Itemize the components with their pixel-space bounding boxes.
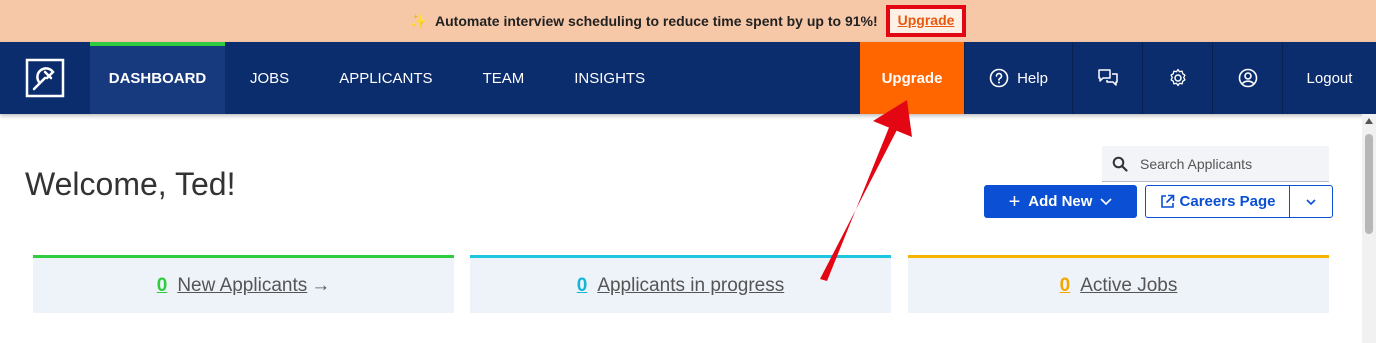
banner-upgrade-highlight: Upgrade: [885, 5, 967, 37]
scroll-up-arrow-icon[interactable]: [1365, 118, 1373, 124]
nav-insights[interactable]: INSIGHTS: [549, 42, 670, 114]
active-jobs-count[interactable]: 0: [1060, 275, 1071, 297]
add-new-label: Add New: [1028, 193, 1093, 210]
careers-page-label: Careers Page: [1179, 193, 1276, 210]
plus-icon: +: [1008, 190, 1021, 213]
nav-messages-button[interactable]: [1072, 42, 1142, 114]
nav-jobs[interactable]: JOBS: [225, 42, 314, 114]
nav-dashboard[interactable]: DASHBOARD: [90, 42, 225, 114]
gear-icon: [1169, 68, 1186, 87]
chevron-down-icon: [1306, 198, 1316, 205]
search-icon: [1112, 156, 1128, 172]
app-logo[interactable]: [0, 42, 90, 114]
external-link-icon: [1160, 194, 1174, 208]
page-scrollbar[interactable]: [1362, 114, 1376, 343]
active-jobs-card[interactable]: 0 Active Jobs: [908, 255, 1329, 313]
banner-text: Automate interview scheduling to reduce …: [435, 13, 878, 29]
nav-applicants[interactable]: APPLICANTS: [314, 42, 457, 114]
nav-settings-button[interactable]: [1142, 42, 1212, 114]
search-input[interactable]: [1140, 155, 1310, 172]
nav-profile-button[interactable]: [1212, 42, 1282, 114]
chevron-down-icon: [1100, 197, 1112, 205]
careers-dropdown-button[interactable]: [1289, 185, 1333, 218]
search-applicants[interactable]: [1102, 146, 1329, 182]
in-progress-count[interactable]: 0: [577, 275, 588, 297]
nav-logout-button[interactable]: Logout: [1282, 42, 1376, 114]
logo-icon: [25, 58, 65, 98]
nav-team[interactable]: TEAM: [458, 42, 550, 114]
new-applicants-card[interactable]: 0 New Applicants →: [33, 255, 454, 313]
scroll-thumb[interactable]: [1365, 134, 1373, 234]
arrow-right-icon: →: [311, 274, 331, 296]
new-applicants-label[interactable]: New Applicants: [177, 275, 307, 297]
party-popper-icon: ✨: [409, 12, 427, 29]
promo-banner: ✨ Automate interview scheduling to reduc…: [0, 0, 1376, 42]
banner-upgrade-link[interactable]: Upgrade: [898, 12, 955, 28]
help-icon: [989, 68, 1009, 88]
help-label: Help: [1017, 69, 1048, 87]
applicants-in-progress-card[interactable]: 0 Applicants in progress: [470, 255, 891, 313]
nav-upgrade-button[interactable]: Upgrade: [860, 42, 964, 114]
nav-help-button[interactable]: Help: [964, 42, 1072, 114]
new-applicants-count[interactable]: 0: [157, 275, 168, 297]
user-circle-icon: [1238, 68, 1257, 88]
top-navbar: DASHBOARD JOBS APPLICANTS TEAM INSIGHTS …: [0, 42, 1376, 114]
welcome-heading: Welcome, Ted!: [25, 166, 236, 202]
active-jobs-label[interactable]: Active Jobs: [1080, 275, 1177, 297]
in-progress-label[interactable]: Applicants in progress: [597, 275, 784, 297]
chat-icon: [1097, 69, 1118, 86]
careers-page-button[interactable]: Careers Page: [1145, 185, 1290, 218]
add-new-button[interactable]: + Add New: [984, 185, 1137, 218]
